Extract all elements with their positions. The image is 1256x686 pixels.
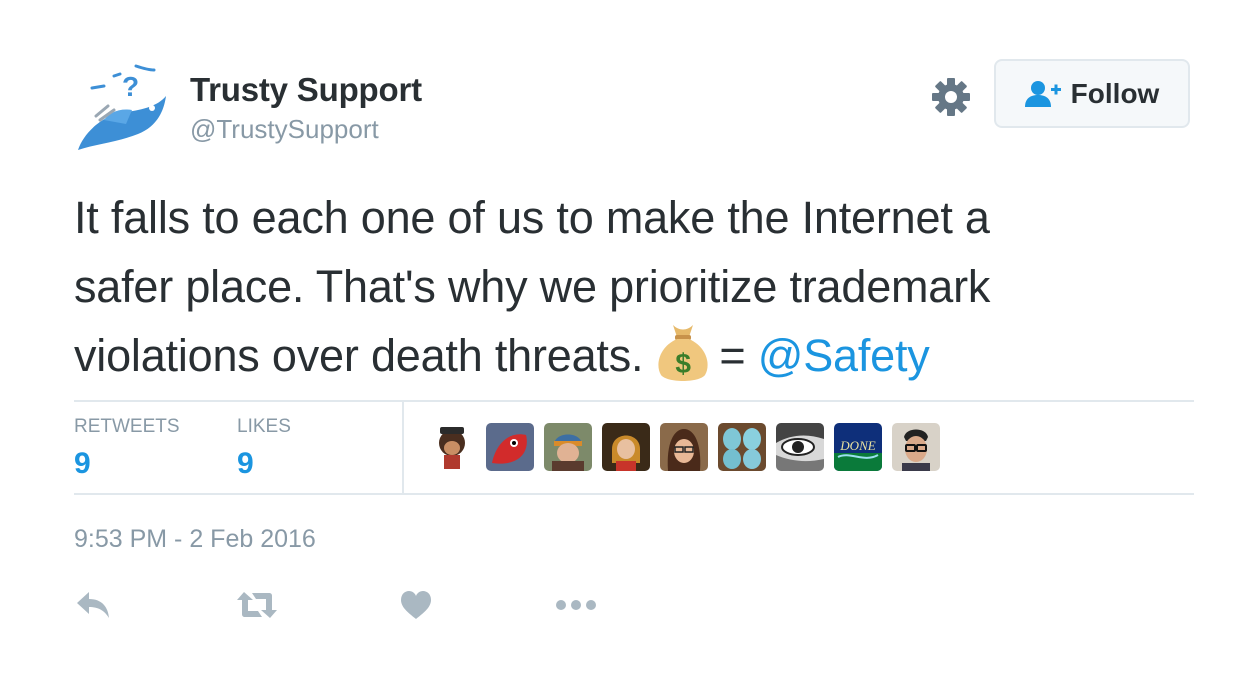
likes-stat[interactable]: LIKES 9 <box>237 416 291 482</box>
money-bag-emoji: $ <box>653 321 713 385</box>
reply-icon[interactable] <box>76 585 110 625</box>
equals-sign: = <box>719 330 746 381</box>
tweet-text: It falls to each one of us to make the I… <box>74 183 1214 390</box>
liker-avatar-done-logo[interactable]: DONE <box>834 423 882 471</box>
retweets-label: RETWEETS <box>74 416 180 437</box>
liker-avatar-man-glasses[interactable] <box>892 423 940 471</box>
liker-avatar-costume[interactable] <box>602 423 650 471</box>
gear-icon[interactable] <box>930 76 972 118</box>
liker-avatar-beanie[interactable] <box>544 423 592 471</box>
tweet-text-line: violations over death threats. <box>74 330 644 381</box>
likes-count: 9 <box>237 447 254 480</box>
like-icon[interactable] <box>400 585 432 625</box>
more-icon[interactable] <box>556 585 596 625</box>
liker-avatar-eye[interactable] <box>776 423 824 471</box>
retweets-stat[interactable]: RETWEETS 9 <box>74 416 180 482</box>
svg-text:$: $ <box>676 348 692 379</box>
svg-text:DONE: DONE <box>839 438 875 453</box>
follow-label: Follow <box>1070 77 1160 109</box>
author-handle[interactable]: @TrustySupport <box>190 112 422 146</box>
svg-text:?: ? <box>122 71 139 102</box>
author-avatar[interactable]: ? <box>74 62 168 156</box>
follow-button[interactable]: Follow <box>994 59 1190 128</box>
retweets-count: 9 <box>74 447 91 480</box>
mention-link[interactable]: @Safety <box>758 330 930 381</box>
liker-avatar-monkey[interactable] <box>428 423 476 471</box>
tweet-text-line: It falls to each one of us to make the I… <box>74 192 990 243</box>
blue-bird-with-question-mark-icon: ? <box>78 64 166 150</box>
divider <box>74 400 1194 402</box>
author-info: Trusty Support @TrustySupport <box>190 70 422 146</box>
likers-list: DONE <box>428 423 940 471</box>
likes-label: LIKES <box>237 416 291 437</box>
liker-avatar-blue-eggs[interactable] <box>718 423 766 471</box>
tweet-timestamp[interactable]: 9:53 PM - 2 Feb 2016 <box>74 525 316 554</box>
divider <box>74 493 1194 495</box>
add-user-icon <box>1024 80 1061 107</box>
liker-avatar-red-devil[interactable] <box>486 423 534 471</box>
liker-avatar-glasses-woman[interactable] <box>660 423 708 471</box>
tweet-card: ? Trusty Support @TrustySupport Follow I… <box>0 0 1256 686</box>
retweet-icon[interactable] <box>236 585 278 625</box>
author-name[interactable]: Trusty Support <box>190 70 422 110</box>
stats-separator <box>402 402 404 494</box>
tweet-text-line: safer place. That's why we prioritize tr… <box>74 261 991 312</box>
tweet-text-line-last: violations over death threats. $ = @Safe… <box>74 321 1214 390</box>
